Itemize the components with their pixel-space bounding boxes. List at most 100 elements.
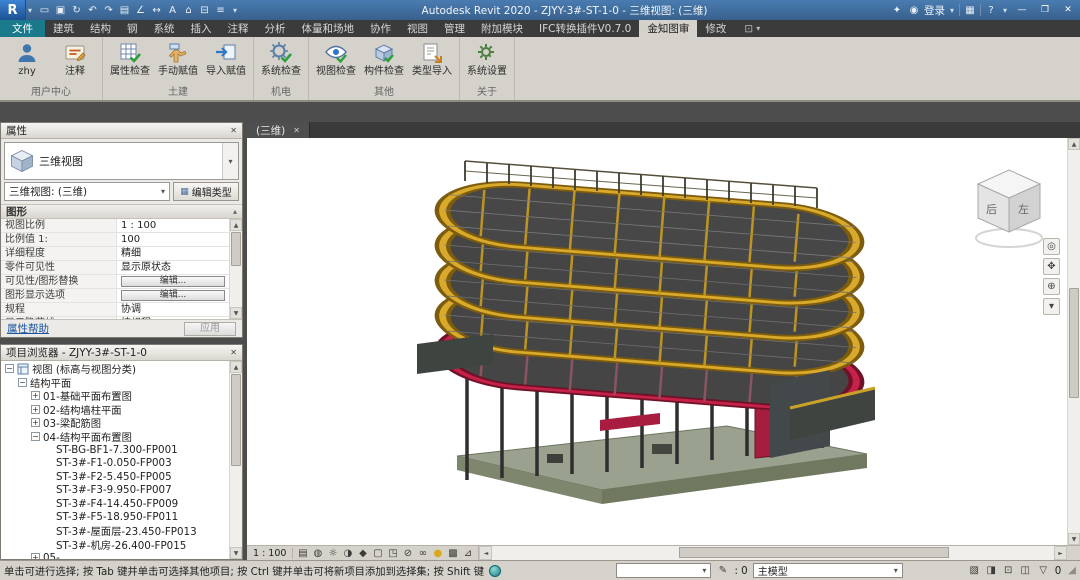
apply-button[interactable]: 应用 [184,322,236,336]
tree-item[interactable]: +03-梁配筋图 [1,416,229,430]
pan-icon[interactable]: ✥ [1043,258,1060,275]
properties-help-link[interactable]: 属性帮助 [7,321,49,336]
temporary-hide-icon[interactable]: ∞ [416,548,429,559]
tree-item[interactable]: +01-基础平面布置图 [1,389,229,403]
steering-wheel-icon[interactable]: ◎ [1043,238,1060,255]
expand-icon[interactable]: + [31,418,40,427]
tree-item[interactable]: ST-3#-F4-14.450-FP009 [1,497,229,511]
editing-requests-icon[interactable]: ✎ [716,565,729,576]
detail-level-icon[interactable]: ▤ [296,548,309,559]
chevron-down-icon[interactable]: ▾ [26,6,34,15]
ribbon-button[interactable]: 导入赋值 [203,39,249,77]
property-value[interactable]: 1 : 100 [117,219,229,232]
scroll-down-icon[interactable]: ▼ [230,547,242,559]
sun-path-icon[interactable]: ☼ [326,548,339,559]
tree-item[interactable]: ST-3#-F1-0.050-FP003 [1,457,229,471]
tree-item[interactable]: +05- [1,551,229,559]
edit-button[interactable]: 编辑... [121,276,225,287]
default-3d-view-icon[interactable]: ⌂ [181,5,196,16]
close-icon[interactable]: ✕ [293,126,300,135]
collapse-icon[interactable]: − [5,364,14,373]
ribbon-display-toggle[interactable]: ⊡▾ [738,20,766,37]
properties-header[interactable]: 属性 ✕ [1,123,242,139]
reveal-constraints-icon[interactable]: ◨ [985,565,998,576]
scroll-thumb[interactable] [679,547,949,558]
print-icon[interactable]: ▤ [117,5,132,16]
canvas-horizontal-scrollbar[interactable]: ◄ ► [479,546,1067,560]
property-value[interactable]: 100 [117,233,229,246]
tree-item[interactable]: +02-结构墙柱平面 [1,403,229,417]
expand-icon[interactable]: + [31,553,40,559]
collapse-icon[interactable]: − [31,432,40,441]
scroll-up-icon[interactable]: ▲ [230,361,242,373]
login-button[interactable]: 登录 [924,3,945,18]
scroll-down-icon[interactable]: ▼ [1068,533,1080,545]
edit-type-button[interactable]: ▦ 编辑类型 [173,182,239,201]
scroll-down-icon[interactable]: ▼ [230,307,242,319]
resize-grip[interactable]: ◢ [1068,565,1076,576]
tree-item[interactable]: −视图 (标高与视图分类) [1,362,229,376]
property-value[interactable]: 编辑... [117,275,229,288]
plugin-status-icon[interactable] [489,565,501,577]
close-icon[interactable]: ✕ [230,348,237,357]
section-icon[interactable]: ⊟ [197,5,212,16]
scroll-thumb[interactable] [1069,288,1079,398]
ribbon-button[interactable]: 系统检查 [258,39,304,77]
properties-scrollbar[interactable]: ▲ ▼ [229,219,242,319]
redo-icon[interactable]: ↷ [101,5,116,16]
file-tab[interactable]: 文件 [0,20,45,37]
chevron-down-icon[interactable]: ▾ [948,6,956,15]
ribbon-button[interactable]: 系统设置 [464,39,510,77]
ribbon-tab[interactable]: IFC转换插件V0.7.0 [531,20,639,37]
nav-more-icon[interactable]: ▾ [1043,298,1060,315]
ribbon-button[interactable]: 手动赋值 [155,39,201,77]
save-icon[interactable]: ▣ [53,5,68,16]
select-links-icon[interactable]: ⊡ [1002,565,1015,576]
ribbon-tab[interactable]: 分析 [257,20,294,37]
ribbon-tab[interactable]: 插入 [183,20,220,37]
customize-qat-icon[interactable]: ▾ [231,6,239,15]
scroll-up-icon[interactable]: ▲ [230,219,242,231]
store-icon[interactable]: ▦ [963,5,977,16]
crop-view-icon[interactable]: ▢ [371,548,384,559]
undo-icon[interactable]: ↶ [85,5,100,16]
open-icon[interactable]: ▭ [37,5,52,16]
ribbon-tab[interactable]: 系统 [146,20,183,37]
ribbon-tab[interactable]: 修改 [697,20,734,37]
ribbon-tab[interactable]: 管理 [436,20,473,37]
scroll-left-icon[interactable]: ◄ [479,546,492,560]
show-crop-icon[interactable]: ◳ [386,548,399,559]
scale-control[interactable]: 1 : 100 [251,548,293,559]
tree-item[interactable]: ST-3#-F3-9.950-FP007 [1,484,229,498]
property-value[interactable]: 协调 [117,303,229,316]
ribbon-tab[interactable]: 注释 [220,20,257,37]
ribbon-tab[interactable]: 钢 [119,20,146,37]
ribbon-tab[interactable]: 体量和场地 [294,20,363,37]
viewcube[interactable]: 后 左 [969,160,1049,252]
design-options-combo[interactable]: 主模型▾ [753,563,903,578]
ribbon-button[interactable]: 视图检查 [313,39,359,77]
ribbon-tab[interactable]: 协作 [362,20,399,37]
dimension-icon[interactable]: ↔ [149,5,164,16]
ribbon-button[interactable]: 注释 [52,39,98,77]
temporary-view-icon[interactable]: ▩ [446,548,459,559]
scroll-up-icon[interactable]: ▲ [1068,138,1080,150]
type-selector[interactable]: 三维视图 ▾ [4,142,239,180]
chevron-down-icon[interactable]: ▾ [222,143,238,179]
restore-button[interactable]: ❐ [1035,2,1055,18]
property-value[interactable]: 精细 [117,247,229,260]
visual-style-icon[interactable]: ◍ [311,548,324,559]
worksharing-display-icon[interactable]: ▧ [968,565,981,576]
drawing-canvas[interactable]: 后 左 ◎✥⊕▾ [247,138,1067,545]
ribbon-button[interactable]: 构件检查 [361,39,407,77]
tree-item[interactable]: ST-BG-BF1-7.300-FP001 [1,443,229,457]
ribbon-tab[interactable]: 结构 [82,20,119,37]
view-type-combo[interactable]: 三维视图: (三维) ▾ [4,182,170,201]
minimize-button[interactable]: — [1012,2,1032,18]
tree-item[interactable]: ST-3#-屋面层-23.450-FP013 [1,524,229,538]
scroll-right-icon[interactable]: ► [1054,546,1067,560]
tree-item[interactable]: ST-3#-F2-5.450-FP005 [1,470,229,484]
workset-combo[interactable]: ▾ [616,563,711,578]
collapse-icon[interactable]: − [18,378,27,387]
unlocked-view-icon[interactable]: ⊘ [401,548,414,559]
